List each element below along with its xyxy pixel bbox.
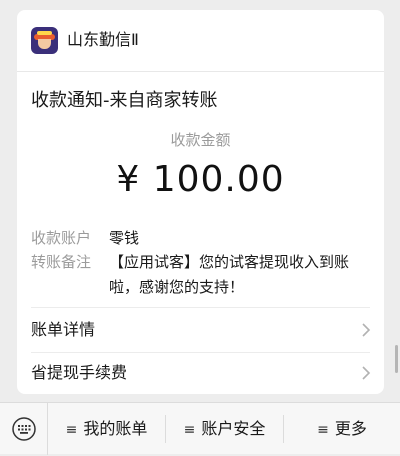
menu-icon: ≡ (65, 422, 78, 438)
tab-more[interactable]: ≡ 更多 (284, 403, 400, 455)
save-fee-link[interactable]: 省提现手续费 (17, 351, 384, 395)
tab-my-bills-label: 我的账单 (83, 419, 148, 438)
merchant-name[interactable]: 山东勤信Ⅱ (67, 28, 139, 52)
merchant-avatar[interactable] (31, 27, 58, 54)
amount-label: 收款金额 (170, 131, 231, 149)
remark-value: 【应用试客】您的试客提现收入到账啦，感谢您的支持！ (109, 253, 350, 296)
amount-value: ¥ 100.00 (116, 159, 285, 200)
save-fee-label: 省提现手续费 (31, 363, 128, 382)
menu-icon: ≡ (317, 422, 329, 438)
chevron-right-icon (362, 323, 371, 337)
keyboard-toggle-button[interactable] (0, 403, 48, 455)
bill-details-label: 账单详情 (31, 320, 96, 339)
tab-account-security-label: 账户安全 (201, 419, 266, 438)
bill-details-link[interactable]: 账单详情 (17, 308, 384, 352)
tab-more-label: 更多 (334, 419, 367, 438)
menu-icon: ≡ (183, 422, 196, 438)
remark-label: 转账备注 (31, 253, 92, 271)
account-value: 零钱 (109, 229, 140, 247)
notice-title: 收款通知-来自商家转账 (31, 90, 218, 111)
account-label: 收款账户 (31, 229, 92, 247)
keyboard-icon (12, 417, 36, 441)
chevron-right-icon (362, 366, 371, 380)
notification-card: 山东勤信Ⅱ 收款通知-来自商家转账 收款金额 ¥ 100.00 收款账户 零钱 … (17, 10, 384, 394)
scrollbar-thumb[interactable] (395, 345, 398, 373)
tab-account-security[interactable]: ≡ 账户安全 (166, 403, 283, 455)
tab-my-bills[interactable]: ≡ 我的账单 (48, 403, 165, 455)
bottom-menu-bar: ≡ 我的账单 ≡ 账户安全 ≡ 更多 (0, 402, 400, 455)
card-header: 山东勤信Ⅱ (17, 10, 384, 72)
